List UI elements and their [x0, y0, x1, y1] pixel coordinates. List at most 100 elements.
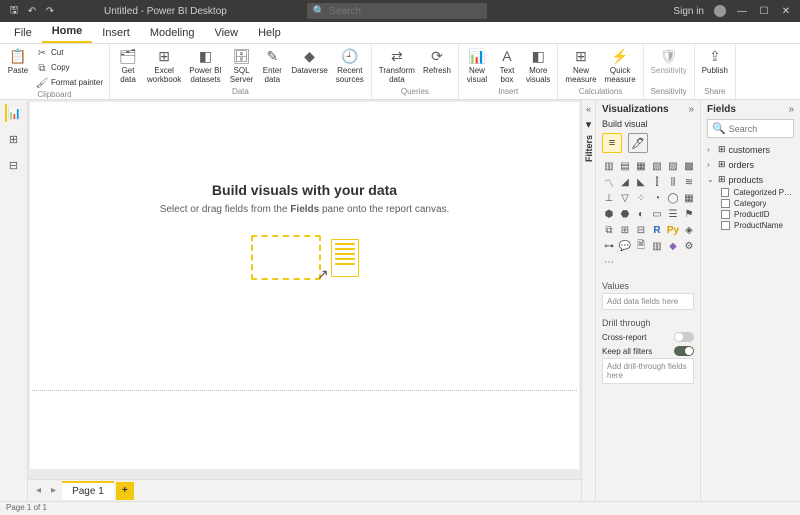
add-page-button[interactable]: + — [116, 482, 134, 500]
enter-data-button[interactable]: ✎Enter data — [258, 46, 286, 87]
map-icon[interactable]: ⬢ — [602, 207, 616, 221]
sensitivity-button[interactable]: 🛡Sensitivity — [648, 46, 690, 78]
copy-button[interactable]: ⧉Copy — [34, 61, 105, 75]
tab-file[interactable]: File — [4, 23, 42, 43]
checkbox[interactable] — [721, 199, 730, 208]
field-productname[interactable]: ProductName — [721, 220, 794, 231]
stacked-area-icon[interactable]: ◣ — [634, 175, 648, 189]
tab-help[interactable]: Help — [248, 23, 291, 43]
quick-measure-button[interactable]: ⚡Quick measure — [602, 46, 639, 87]
excel-workbook-button[interactable]: ⊞Excel workbook — [144, 46, 184, 87]
keep-filters-toggle[interactable] — [674, 346, 694, 356]
report-view-icon[interactable]: 📊 — [5, 104, 23, 122]
data-view-icon[interactable]: ⊞ — [5, 130, 23, 148]
cut-button[interactable]: ✂Cut — [34, 46, 105, 60]
paginated-icon[interactable]: ▥ — [650, 239, 664, 253]
minimize-button[interactable]: — — [736, 6, 748, 17]
funnel-icon[interactable]: ▽ — [618, 191, 632, 205]
avatar[interactable] — [714, 5, 726, 17]
area-chart-icon[interactable]: ◢ — [618, 175, 632, 189]
new-visual-button[interactable]: 📊New visual — [463, 46, 491, 87]
page-next-icon[interactable]: ▸ — [47, 483, 60, 498]
tab-home[interactable]: Home — [42, 21, 93, 43]
table-customers[interactable]: ›⊞customers — [707, 142, 794, 157]
collapse-fields-icon[interactable]: » — [788, 104, 794, 115]
hundred-bar-icon[interactable]: ▨ — [666, 159, 680, 173]
more-visuals-button[interactable]: ◧More visuals — [523, 46, 553, 87]
decomp-tree-icon[interactable]: ⊶ — [602, 239, 616, 253]
signin-link[interactable]: Sign in — [673, 6, 704, 17]
page-tab-1[interactable]: Page 1 — [62, 481, 114, 500]
paste-button[interactable]: 📋Paste — [4, 46, 32, 78]
save-icon[interactable]: 🖫 — [8, 5, 20, 17]
hundred-column-icon[interactable]: ▩ — [682, 159, 696, 173]
slicer-icon[interactable]: ⧉ — [602, 223, 616, 237]
close-button[interactable]: ✕ — [780, 6, 792, 17]
report-canvas[interactable]: Build visuals with your data Select or d… — [30, 102, 579, 469]
values-dropzone[interactable]: Add data fields here — [602, 293, 694, 310]
sql-server-button[interactable]: 🗄SQL Server — [227, 46, 257, 87]
combo-icon[interactable]: ⫿ — [650, 175, 664, 189]
publish-button[interactable]: ⇪Publish — [699, 46, 731, 78]
build-tab-icon[interactable]: ≡ — [602, 133, 622, 153]
waterfall-icon[interactable]: ⊥ — [602, 191, 616, 205]
table-icon[interactable]: ⊞ — [618, 223, 632, 237]
filters-pane-collapsed[interactable]: « ▾ Filters — [581, 100, 595, 501]
tab-view[interactable]: View — [204, 23, 248, 43]
redo-icon[interactable]: ↷ — [44, 5, 56, 17]
search-input[interactable] — [329, 6, 481, 17]
line-chart-icon[interactable]: 〽 — [602, 175, 616, 189]
checkbox[interactable] — [721, 221, 730, 230]
table-products[interactable]: ⌄⊞products — [707, 172, 794, 187]
kpi-icon[interactable]: ⚑ — [682, 207, 696, 221]
more-viz-icon[interactable]: ⋯ — [602, 255, 616, 269]
tab-insert[interactable]: Insert — [92, 23, 140, 43]
narrative-icon[interactable]: 🗎 — [634, 239, 648, 253]
checkbox[interactable] — [721, 210, 730, 219]
treemap-icon[interactable]: ▦ — [682, 191, 696, 205]
filled-map-icon[interactable]: ⬣ — [618, 207, 632, 221]
ribbon-chart-icon[interactable]: ≋ — [682, 175, 696, 189]
fields-search[interactable]: 🔍 — [707, 119, 794, 138]
global-search[interactable]: 🔍 — [307, 3, 487, 19]
field-productid[interactable]: ProductID — [721, 209, 794, 220]
combo2-icon[interactable]: ⫼ — [666, 175, 680, 189]
matrix-icon[interactable]: ⊟ — [634, 223, 648, 237]
dataverse-button[interactable]: ◆Dataverse — [288, 46, 330, 78]
key-influencers-icon[interactable]: ◈ — [682, 223, 696, 237]
get-data-button[interactable]: 🗂Get data — [114, 46, 142, 87]
qa-icon[interactable]: 💬 — [618, 239, 632, 253]
pie-icon[interactable]: ◔ — [650, 191, 664, 205]
recent-sources-button[interactable]: 🕘Recent sources — [333, 46, 367, 87]
transform-data-button[interactable]: ⇄Transform data — [376, 46, 418, 87]
field-categorized[interactable]: Categorized Pro… — [721, 187, 794, 198]
py-visual-icon[interactable]: Py — [666, 223, 680, 237]
table-orders[interactable]: ›⊞orders — [707, 157, 794, 172]
clustered-column-icon[interactable]: ▧ — [650, 159, 664, 173]
drillthrough-dropzone[interactable]: Add drill-through fields here — [602, 358, 694, 384]
format-painter-button[interactable]: 🖌Format painter — [34, 76, 105, 90]
page-prev-icon[interactable]: ◂ — [32, 483, 45, 498]
field-category[interactable]: Category — [721, 198, 794, 209]
checkbox[interactable] — [721, 188, 729, 197]
model-view-icon[interactable]: ⊟ — [5, 156, 23, 174]
tab-modeling[interactable]: Modeling — [140, 23, 205, 43]
cross-report-toggle[interactable] — [674, 332, 694, 342]
maximize-button[interactable]: ☐ — [758, 6, 770, 17]
refresh-button[interactable]: ⟳Refresh — [420, 46, 454, 78]
fields-search-input[interactable] — [729, 124, 789, 134]
undo-icon[interactable]: ↶ — [26, 5, 38, 17]
textbox-button[interactable]: AText box — [493, 46, 521, 87]
r-visual-icon[interactable]: R — [650, 223, 664, 237]
stacked-bar-icon[interactable]: ▥ — [602, 159, 616, 173]
gauge-icon[interactable]: ◐ — [634, 207, 648, 221]
new-measure-button[interactable]: ⊞New measure — [562, 46, 599, 87]
scatter-icon[interactable]: ⁘ — [634, 191, 648, 205]
automate-icon[interactable]: ⚙ — [682, 239, 696, 253]
collapse-viz-icon[interactable]: » — [688, 104, 694, 115]
powerapps-icon[interactable]: ◆ — [666, 239, 680, 253]
format-tab-icon[interactable]: 🖊 — [628, 133, 648, 153]
expand-filters-icon[interactable]: « — [586, 104, 591, 114]
donut-icon[interactable]: ◯ — [666, 191, 680, 205]
card-icon[interactable]: ▭ — [650, 207, 664, 221]
